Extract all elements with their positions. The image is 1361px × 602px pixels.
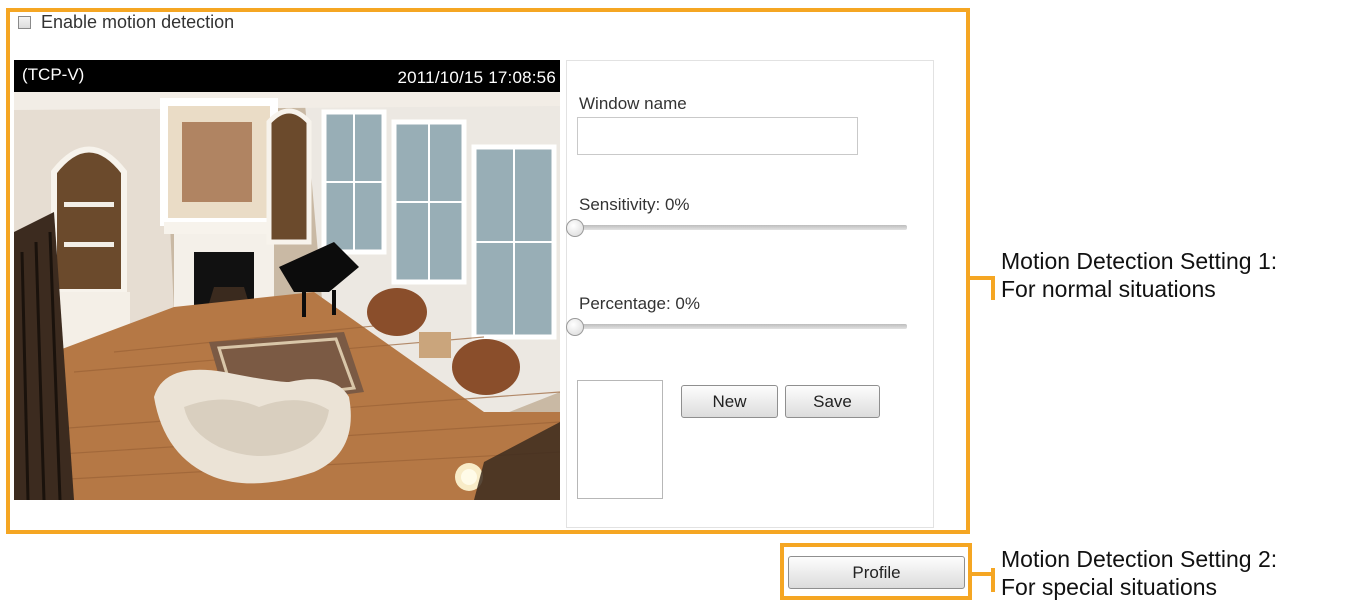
profile-button[interactable]: Profile [788, 556, 965, 589]
setting1-callout: Motion Detection Setting 1: For normal s… [1001, 247, 1277, 303]
motion-window-list[interactable] [577, 380, 663, 499]
save-window-button[interactable]: Save [785, 385, 880, 418]
setting1-callout-title: Motion Detection Setting 1: [1001, 248, 1278, 274]
live-video-view[interactable]: (TCP-V) 2011/10/15 17:08:56 [14, 60, 560, 500]
living-room-camera-image [14, 92, 560, 500]
percentage-label: Percentage: 0% [579, 294, 700, 313]
video-timestamp: 2011/10/15 17:08:56 [397, 68, 556, 87]
sensitivity-label: Sensitivity: 0% [579, 195, 690, 214]
percentage-slider-handle[interactable] [566, 318, 584, 336]
setting2-leader-v [991, 568, 995, 592]
enable-motion-label: Enable motion detection [41, 11, 235, 32]
setting2-callout-subtitle: For special situations [1001, 574, 1218, 600]
sensitivity-slider-track[interactable] [574, 225, 907, 230]
video-stream-label: (TCP-V) [22, 65, 85, 84]
window-name-input[interactable] [577, 117, 858, 155]
setting2-callout-title: Motion Detection Setting 2: [1001, 546, 1278, 572]
enable-motion-row[interactable]: Enable motion detection [18, 10, 234, 34]
sensitivity-slider-handle[interactable] [566, 219, 584, 237]
setting1-callout-subtitle: For normal situations [1001, 276, 1216, 302]
enable-motion-checkbox[interactable] [18, 15, 31, 29]
window-name-label: Window name [579, 94, 687, 113]
new-window-button[interactable]: New [681, 385, 778, 418]
setting1-leader-v [991, 276, 995, 300]
setting2-callout: Motion Detection Setting 2: For special … [1001, 545, 1277, 601]
percentage-slider-track[interactable] [574, 324, 907, 329]
motion-detection-page: Enable motion detection (TCP-V) 2011/10/… [0, 0, 1361, 602]
